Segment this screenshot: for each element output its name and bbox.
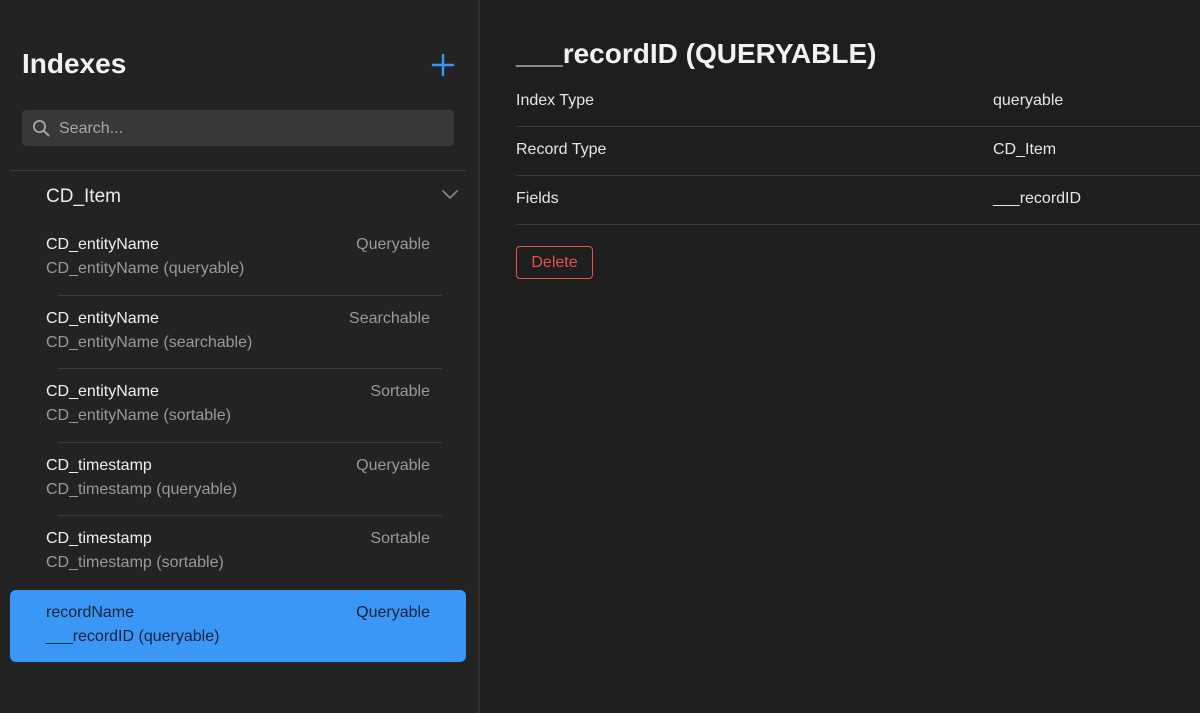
item-kind: Sortable [370,383,430,400]
row-value: CD_Item [993,141,1057,158]
item-subtitle: ___recordID (queryable) [46,627,220,645]
item-kind: Queryable [356,456,430,474]
item-kind: Queryable [356,603,430,621]
item-subtitle: CD_entityName (queryable) [46,260,245,277]
index-list: CD_entityName Queryable CD_entityName (q… [10,222,466,662]
search-box [22,110,454,148]
item-subtitle: CD_timestamp (sortable) [46,554,224,571]
item-name: CD_entityName [46,309,159,327]
search-icon [33,120,50,137]
item-name: CD_entityName [46,383,159,400]
add-index-button[interactable] [430,52,456,78]
list-item-selected[interactable]: recordName Queryable ___recordID (querya… [10,589,466,662]
detail-row-record-type: Record Type CD_Item [516,127,1200,176]
sidebar: Indexes CD_Item CD_entityName Queryable … [0,0,480,713]
item-name: CD_entityName [46,236,159,253]
search-input[interactable] [57,110,451,148]
row-value: queryable [993,92,1064,109]
sidebar-title: Indexes [22,48,127,79]
plus-icon [431,53,455,77]
item-kind: Searchable [349,309,430,327]
detail-row-index-type: Index Type queryable [516,78,1200,127]
item-name: CD_timestamp [46,530,152,547]
divider [10,170,466,171]
group-header-cd-item[interactable]: CD_Item [46,176,458,216]
item-subtitle: CD_entityName (searchable) [46,333,253,351]
item-name: recordName [46,603,135,621]
row-value: ___recordID [993,190,1082,207]
detail-row-fields: Fields ___recordID [516,176,1200,225]
item-name: CD_timestamp [46,456,152,474]
detail-title: ___recordID (QUERYABLE) [516,38,877,69]
item-subtitle: CD_entityName (sortable) [46,407,231,424]
group-label: CD_Item [46,186,121,207]
list-item[interactable]: CD_entityName Queryable CD_entityName (q… [10,222,466,296]
delete-button[interactable]: Delete [516,246,593,279]
item-kind: Sortable [370,530,430,547]
item-kind: Queryable [356,236,430,253]
row-key: Index Type [516,92,594,109]
list-item[interactable]: CD_entityName Searchable CD_entityName (… [10,296,466,369]
list-item[interactable]: CD_timestamp Queryable CD_timestamp (que… [10,443,466,516]
row-key: Record Type [516,141,607,158]
row-key: Fields [516,190,559,207]
divider [516,224,1200,225]
item-subtitle: CD_timestamp (queryable) [46,480,238,498]
list-item[interactable]: CD_timestamp Sortable CD_timestamp (sort… [10,516,466,590]
chevron-down-icon [442,190,458,199]
list-item[interactable]: CD_entityName Sortable CD_entityName (so… [10,369,466,443]
